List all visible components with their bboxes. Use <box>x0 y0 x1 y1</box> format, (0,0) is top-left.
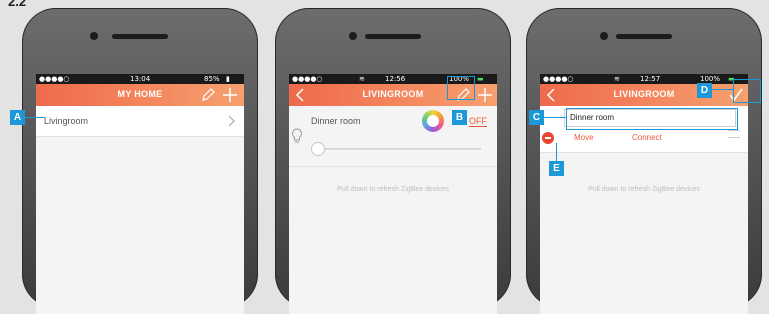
color-wheel-center <box>427 115 439 127</box>
phone-livingroom-edit: ●●●●○ ≋ 12:57 100% ▬ LIVINGROOM Dinner r… <box>526 8 762 314</box>
refresh-hint: Pull down to refresh ZigBee devices <box>337 186 449 193</box>
signal-icon: ●●●●○ <box>292 75 323 83</box>
wifi-icon: ≋ <box>359 75 365 83</box>
callout-b-highlight <box>447 76 475 100</box>
battery-icon: ▮ <box>226 75 230 83</box>
phone-my-home: ●●●●○ 13:04 85% ▮ MY HOME Livingroom <box>22 8 258 314</box>
callout-c: C <box>529 110 544 125</box>
front-camera <box>600 32 608 40</box>
page-heading: 2.2 <box>8 0 27 9</box>
callout-d-leader <box>712 89 733 90</box>
power-toggle[interactable]: OFF <box>469 116 487 127</box>
earpiece-speaker <box>112 34 168 39</box>
brightness-slider[interactable] <box>311 142 481 156</box>
phone-livingroom: ●●●●○ ≋ 12:56 100% ▬ LIVINGROOM Dinner r… <box>275 8 511 314</box>
wifi-icon: ≋ <box>614 75 620 83</box>
callout-c-highlight <box>566 108 738 130</box>
list-item[interactable]: Livingroom <box>36 106 244 137</box>
front-camera <box>349 32 357 40</box>
app-header: MY HOME <box>36 84 244 106</box>
screen: ●●●●○ 13:04 85% ▮ MY HOME Livingroom <box>36 74 244 314</box>
battery-percent: 100% <box>700 75 721 83</box>
callout-c-leader <box>544 117 566 118</box>
battery-icon: ▬ <box>477 75 484 83</box>
status-time: 12:56 <box>385 75 406 83</box>
slider-track <box>311 148 481 150</box>
callout-b: B <box>452 110 467 125</box>
callout-a: A <box>10 110 25 125</box>
bulb-icon <box>292 128 302 143</box>
status-time: 13:04 <box>130 75 151 83</box>
signal-icon: ●●●●○ <box>543 75 574 83</box>
chevron-right-icon <box>228 115 235 127</box>
status-time: 12:57 <box>640 75 661 83</box>
color-wheel[interactable] <box>422 110 444 132</box>
signal-icon: ●●●●○ <box>39 75 70 83</box>
earpiece-speaker <box>365 34 421 39</box>
pencil-icon[interactable] <box>198 85 218 105</box>
plus-icon[interactable] <box>475 85 495 105</box>
delete-icon-bar <box>545 137 551 139</box>
callout-e: E <box>549 161 564 176</box>
earpiece-speaker <box>616 34 672 39</box>
callout-d: D <box>697 83 712 98</box>
callout-e-leader <box>556 143 557 161</box>
header-title: LIVINGROOM <box>613 89 675 99</box>
delete-icon[interactable] <box>542 132 554 144</box>
device-name: Dinner room <box>311 116 361 126</box>
refresh-hint: Pull down to refresh ZigBee devices <box>588 186 700 193</box>
status-bar: ●●●●○ ≋ 12:57 100% ▬ <box>540 74 748 84</box>
front-camera <box>90 32 98 40</box>
connect-button[interactable]: Connect <box>632 133 662 142</box>
battery-percent: 85% <box>204 75 220 83</box>
callout-a-leader <box>25 117 45 118</box>
reorder-handle-icon[interactable] <box>728 130 740 138</box>
app-header: LIVINGROOM <box>540 84 748 106</box>
move-button[interactable]: Move <box>574 133 594 142</box>
slider-thumb[interactable] <box>311 142 325 156</box>
list-item-label: Livingroom <box>44 116 89 126</box>
status-bar: ●●●●○ 13:04 85% ▮ <box>36 74 244 84</box>
plus-icon[interactable] <box>220 85 240 105</box>
callout-d-highlight <box>733 79 761 103</box>
